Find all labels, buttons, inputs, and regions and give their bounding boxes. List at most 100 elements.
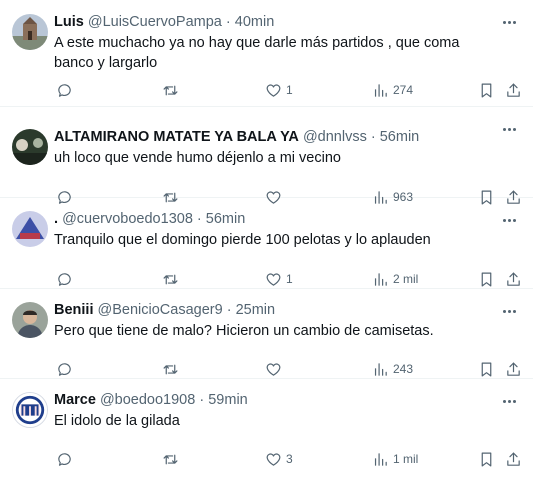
tweet-header: . @cuervoboedo1308 · 56min <box>54 209 533 229</box>
reply-button[interactable] <box>56 80 73 100</box>
like-count: 3 <box>286 452 293 466</box>
like-button[interactable]: 1 <box>265 80 293 100</box>
repost-button[interactable] <box>162 449 179 469</box>
share-button[interactable] <box>505 359 522 379</box>
view-count: 243 <box>393 362 414 376</box>
more-options-icon[interactable] <box>499 14 519 30</box>
timestamp[interactable]: 25min <box>236 302 276 318</box>
views-button[interactable]: 1 mil <box>372 449 418 469</box>
author-name[interactable]: Marce <box>54 392 96 408</box>
action-bar: 243 <box>54 359 533 379</box>
share-button[interactable] <box>505 269 522 289</box>
analytics-icon <box>374 272 387 286</box>
share-icon <box>507 452 520 466</box>
bookmark-icon <box>481 362 492 376</box>
bookmark-button[interactable] <box>478 449 495 469</box>
bookmark-button[interactable] <box>478 80 495 100</box>
reply-button[interactable] <box>56 449 73 469</box>
tweet-card[interactable]: . @cuervoboedo1308 · 56min Tranquilo que… <box>0 198 533 289</box>
tweet-card[interactable]: Luis @LuisCuervoPampa · 40min A este muc… <box>0 0 533 107</box>
repost-icon <box>163 364 178 374</box>
views-button[interactable]: 2 mil <box>372 269 418 289</box>
share-icon <box>507 83 520 97</box>
heart-icon <box>266 84 281 97</box>
author-handle[interactable]: @BenicioCasager9 <box>98 302 223 318</box>
tweet-card[interactable]: Marce @boedoo1908 · 59min El idolo de la… <box>0 379 533 479</box>
tweet-header: Beniii @BenicioCasager9 · 25min <box>54 300 533 320</box>
like-count: 1 <box>286 83 293 97</box>
bookmark-icon <box>481 272 492 286</box>
more-options-icon[interactable] <box>499 121 519 137</box>
reply-button[interactable] <box>56 269 73 289</box>
analytics-icon <box>374 362 387 376</box>
author-name[interactable]: . <box>54 211 58 227</box>
view-count: 1 mil <box>393 452 419 466</box>
repost-icon <box>163 274 178 284</box>
analytics-icon <box>374 452 387 466</box>
avatar[interactable] <box>12 14 48 50</box>
view-count: 274 <box>393 83 414 97</box>
author-handle[interactable]: @LuisCuervoPampa <box>88 14 222 30</box>
reply-icon <box>58 272 71 286</box>
author-handle[interactable]: @dnnlvss <box>303 129 367 145</box>
author-name[interactable]: Beniii <box>54 302 93 318</box>
views-button[interactable]: 274 <box>372 80 413 100</box>
separator-dot: · <box>370 129 376 145</box>
timestamp[interactable]: 59min <box>208 392 248 408</box>
tweet-text: A este muchacho ya no hay que darle más … <box>54 35 460 71</box>
reply-icon <box>58 362 71 376</box>
tweet-header: Luis @LuisCuervoPampa · 40min <box>54 12 533 32</box>
share-icon <box>507 362 520 376</box>
separator-dot: · <box>196 211 202 227</box>
author-handle[interactable]: @boedoo1908 <box>100 392 195 408</box>
analytics-icon <box>374 83 387 97</box>
avatar[interactable] <box>12 129 48 165</box>
reply-button[interactable] <box>56 359 73 379</box>
author-name[interactable]: Luis <box>54 14 84 30</box>
tweet-header: ALTAMIRANO MATATE YA BALA YA @dnnlvss · … <box>54 127 533 147</box>
repost-icon <box>163 85 178 95</box>
separator-dot: · <box>199 392 205 408</box>
author-handle[interactable]: @cuervoboedo1308 <box>62 211 193 227</box>
repost-icon <box>163 454 178 464</box>
like-count: 1 <box>286 272 293 286</box>
avatar[interactable] <box>12 302 48 338</box>
action-bar: 1 2 mil <box>54 269 533 289</box>
action-bar: 3 1 mil <box>54 449 533 469</box>
tweet-card[interactable]: Beniii @BenicioCasager9 · 25min Pero que… <box>0 289 533 379</box>
repost-button[interactable] <box>162 80 179 100</box>
bookmark-icon <box>481 83 492 97</box>
bookmark-button[interactable] <box>478 359 495 379</box>
timestamp[interactable]: 56min <box>206 211 246 227</box>
bookmark-button[interactable] <box>478 269 495 289</box>
repost-button[interactable] <box>162 359 179 379</box>
like-button[interactable]: 1 <box>265 269 293 289</box>
view-count: 2 mil <box>393 272 419 286</box>
share-button[interactable] <box>505 449 522 469</box>
reply-icon <box>58 83 71 97</box>
author-name[interactable]: ALTAMIRANO MATATE YA BALA YA <box>54 129 299 145</box>
timestamp[interactable]: 40min <box>235 14 275 30</box>
tweet-text: uh loco que vende humo déjenlo a mi veci… <box>54 150 341 166</box>
separator-dot: · <box>226 302 232 318</box>
views-button[interactable]: 243 <box>372 359 413 379</box>
heart-icon <box>266 453 281 466</box>
like-button[interactable] <box>265 359 286 379</box>
like-button[interactable]: 3 <box>265 449 293 469</box>
timestamp[interactable]: 56min <box>380 129 420 145</box>
bookmark-icon <box>481 452 492 466</box>
repost-button[interactable] <box>162 269 179 289</box>
tweet-text: El idolo de la gilada <box>54 413 180 429</box>
tweet-text: Tranquilo que el domingo pierde 100 pelo… <box>54 232 431 248</box>
avatar[interactable] <box>12 211 48 247</box>
reply-icon <box>58 452 71 466</box>
share-button[interactable] <box>505 80 522 100</box>
more-options-icon[interactable] <box>499 212 519 228</box>
avatar[interactable] <box>12 392 48 428</box>
tweet-header: Marce @boedoo1908 · 59min <box>54 390 533 410</box>
action-bar: 1 274 <box>54 80 533 100</box>
tweet-card[interactable]: ALTAMIRANO MATATE YA BALA YA @dnnlvss · … <box>0 107 533 204</box>
more-options-icon[interactable] <box>499 393 519 409</box>
more-options-icon[interactable] <box>499 303 519 319</box>
share-icon <box>507 272 520 286</box>
